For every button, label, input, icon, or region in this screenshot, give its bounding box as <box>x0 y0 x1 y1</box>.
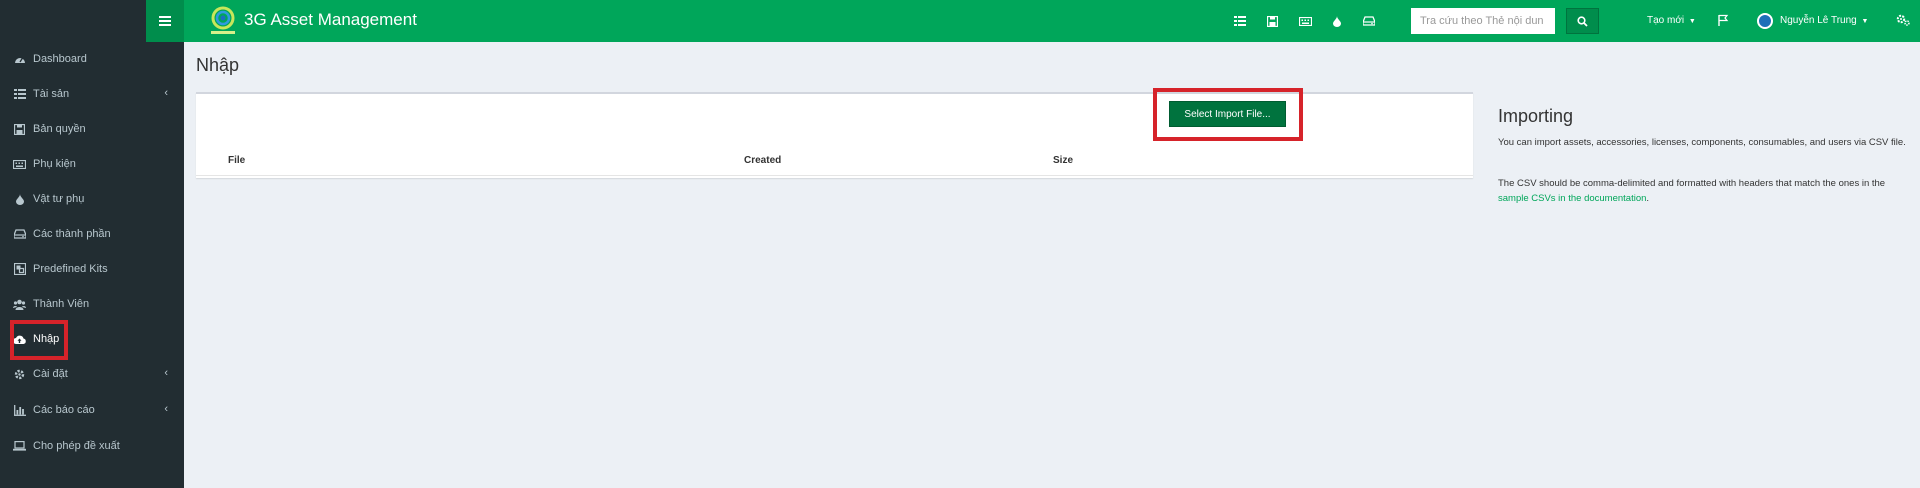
sidebar-item-requestable[interactable]: Cho phép đề xuất <box>0 436 184 456</box>
barcode-icon <box>13 88 26 101</box>
flag-icon[interactable] <box>1717 14 1729 26</box>
object-group-icon <box>13 263 26 276</box>
sidebar-item-label: Phụ kiện <box>33 158 76 170</box>
csv-note-prefix: The CSV should be comma-delimited and fo… <box>1498 178 1886 189</box>
sidebar-toggle-button[interactable] <box>146 0 184 42</box>
user-name-label: Nguyễn Lê Trung <box>1780 15 1857 26</box>
create-new-dropdown[interactable]: Tạo mới ▼ <box>1647 15 1696 26</box>
sidebar-item-label: Predefined Kits <box>33 263 108 275</box>
sidebar-item-consumables[interactable]: Vật tư phụ <box>0 189 184 209</box>
chevron-left-icon: ‹ <box>164 367 168 379</box>
table-divider <box>196 175 1473 176</box>
chevron-left-icon: ‹ <box>164 87 168 99</box>
sidebar-item-settings[interactable]: Cài đặt ‹ <box>0 364 184 384</box>
sidebar-item-label: Các báo cáo <box>33 404 95 416</box>
users-icon <box>13 298 26 311</box>
sidebar-item-label: Dashboard <box>33 53 87 65</box>
caret-down-icon: ▼ <box>1688 18 1696 25</box>
user-menu-dropdown[interactable]: Nguyễn Lê Trung ▼ <box>1780 15 1868 26</box>
cog-icon <box>13 368 26 381</box>
highlight-box-import-nav <box>10 320 68 360</box>
sidebar-item-reports[interactable]: Các báo cáo ‹ <box>0 400 184 420</box>
bar-chart-icon <box>13 404 26 417</box>
chevron-left-icon: ‹ <box>164 403 168 415</box>
consumables-nav-icon[interactable] <box>1329 13 1345 29</box>
sidebar-item-label: Các thành phần <box>33 228 111 240</box>
sidebar-item-label: Bản quyền <box>33 123 86 135</box>
cogs-icon[interactable] <box>1896 13 1910 27</box>
sidebar-item-assets[interactable]: Tài sản ‹ <box>0 84 184 104</box>
table-header-file[interactable]: File <box>228 155 245 166</box>
sidebar-item-accessories[interactable]: Phụ kiện <box>0 154 184 174</box>
table-header-created[interactable]: Created <box>744 155 781 166</box>
search-input[interactable] <box>1411 8 1555 34</box>
sidebar-item-users[interactable]: Thành Viên <box>0 294 184 314</box>
floppy-icon <box>13 123 26 136</box>
brand-logo-icon[interactable] <box>206 4 240 38</box>
licenses-nav-icon[interactable] <box>1264 13 1280 29</box>
components-nav-icon[interactable] <box>1361 13 1377 29</box>
user-avatar[interactable] <box>1757 13 1773 29</box>
sidebar-item-label: Cho phép đề xuất <box>33 440 120 452</box>
csv-note-suffix: . <box>1646 193 1650 204</box>
hdd-icon <box>13 228 26 241</box>
accessories-nav-icon[interactable] <box>1297 13 1313 29</box>
caret-down-icon: ▼ <box>1861 18 1869 25</box>
sidebar-item-label: Tài sản <box>33 88 70 100</box>
keyboard-icon <box>13 158 26 171</box>
table-header-size[interactable]: Size <box>1053 155 1073 166</box>
create-new-label: Tạo mới <box>1647 15 1685 26</box>
tint-icon <box>13 193 26 206</box>
assets-nav-icon[interactable] <box>1232 13 1248 29</box>
importing-description: You can import assets, accessories, lice… <box>1498 137 1906 148</box>
highlight-box-import-button <box>1153 88 1303 141</box>
hamburger-icon <box>159 16 171 26</box>
sidebar-item-licenses[interactable]: Bản quyền <box>0 119 184 139</box>
search-button[interactable] <box>1566 8 1599 34</box>
sidebar-item-label: Vật tư phụ <box>33 193 85 205</box>
sidebar-item-label: Thành Viên <box>33 298 90 310</box>
search-icon <box>1577 15 1588 27</box>
sidebar-item-label: Cài đặt <box>33 368 68 380</box>
importing-csv-note: The CSV should be comma-delimited and fo… <box>1498 176 1908 206</box>
importing-title: Importing <box>1498 106 1574 126</box>
sidebar-item-components[interactable]: Các thành phần <box>0 224 184 244</box>
laptop-icon <box>13 440 26 453</box>
brand-title[interactable]: 3G Asset Management <box>244 10 417 30</box>
sidebar-item-dashboard[interactable]: Dashboard <box>0 49 184 69</box>
sidebar-item-predefined-kits[interactable]: Predefined Kits <box>0 259 184 279</box>
sample-csv-link[interactable]: sample CSVs in the documentation <box>1498 193 1646 204</box>
page-title: Nhập <box>196 55 240 75</box>
dashboard-icon <box>13 53 26 66</box>
